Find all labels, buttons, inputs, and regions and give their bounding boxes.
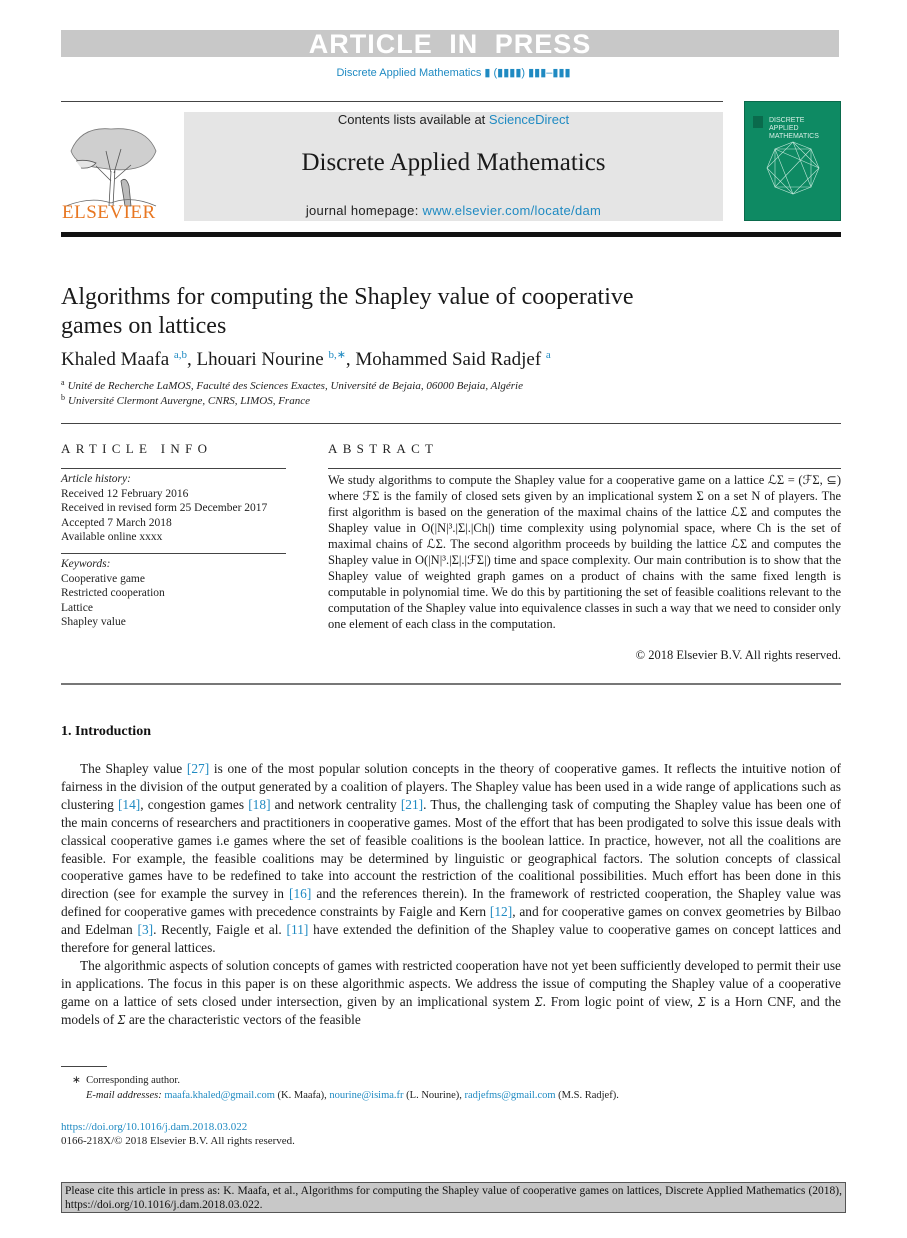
email-owner: (M.S. Radjef). [555, 1090, 619, 1101]
author-list: Khaled Maafa a,b, Lhouari Nourine b,∗, M… [61, 348, 551, 371]
author-separator: , [345, 349, 356, 370]
email-link[interactable]: maafa.khaled@gmail.com [164, 1090, 275, 1101]
journal-cover-thumbnail[interactable]: DISCRETE APPLIED MATHEMATICS [744, 101, 841, 221]
citation-link[interactable]: [27] [187, 761, 209, 776]
body-text-run: . Recently, Faigle et al. [153, 922, 287, 938]
body-paragraph: The algorithmic aspects of solution conc… [61, 957, 841, 1029]
author-affiliation-link[interactable]: b,∗ [328, 349, 345, 361]
history-item: Accepted 7 March 2018 [61, 516, 172, 529]
cover-polygon-graphic-icon [766, 141, 820, 195]
article-title: Algorithms for computing the Shapley val… [61, 283, 741, 341]
cover-elsevier-emblem-icon [753, 116, 763, 128]
affiliation-text: Unité de Recherche LaMOS, Faculté des Sc… [67, 380, 523, 392]
section-rule [61, 683, 841, 685]
section-rule [61, 423, 841, 424]
author-affiliation-link[interactable]: a [546, 349, 551, 361]
history-item: Available online xxxx [61, 531, 163, 543]
abstract-heading: ABSTRACT [328, 441, 439, 456]
corresponding-author-note: ∗ Corresponding author. [72, 1074, 180, 1086]
citation-box: Please cite this article in press as: K.… [61, 1182, 846, 1213]
citation-link[interactable]: [16] [289, 886, 311, 901]
cover-title: DISCRETE APPLIED MATHEMATICS [769, 117, 819, 141]
affiliation-text: Université Clermont Auvergne, CNRS, LIMO… [68, 395, 310, 407]
body-text-run: , congestion games [140, 796, 249, 812]
author-affiliation-link[interactable]: a,b [174, 349, 187, 361]
citation-link[interactable]: [18] [248, 797, 270, 812]
section-heading-introduction: 1. Introduction [61, 724, 151, 739]
sciencedirect-link[interactable]: ScienceDirect [489, 112, 569, 127]
citation-link[interactable]: [3] [137, 922, 153, 937]
article-title-line: games on lattices [61, 313, 227, 339]
journal-name: Discrete Applied Mathematics [301, 149, 606, 176]
keywords-rule [61, 553, 286, 554]
email-link[interactable]: nourine@isima.fr [329, 1090, 403, 1101]
keyword-item: Lattice [61, 601, 93, 614]
issn-copyright: 0166-218X/© 2018 Elsevier B.V. All right… [61, 1135, 295, 1147]
author-name: Mohammed Said Radjef [355, 349, 542, 370]
journal-banner: Contents lists available at ScienceDirec… [184, 112, 723, 221]
affiliation-label: b [61, 393, 65, 402]
abstract-text: We study algorithms to compute the Shapl… [328, 473, 841, 631]
contents-prefix: Contents lists available at [337, 112, 489, 127]
elsevier-wordmark: ELSEVIER [62, 202, 156, 223]
keyword-item: Cooperative game [61, 572, 145, 585]
math-symbol: Σ [117, 1011, 126, 1027]
cover-title-line: DISCRETE [769, 117, 805, 124]
corresponding-text: Corresponding author. [86, 1075, 180, 1086]
body-text: The Shapley value [27] is one of the mos… [61, 760, 841, 1029]
body-text-run: The Shapley value [80, 761, 187, 776]
keyword-item: Shapley value [61, 616, 126, 628]
keywords: Keywords: Cooperative game Restricted co… [61, 557, 286, 630]
author-name: Lhouari Nourine [196, 349, 324, 370]
keywords-label: Keywords: [61, 558, 111, 570]
affiliation: a Unité de Recherche LaMOS, Faculté des S… [61, 378, 523, 392]
email-owner: (L. Nourine), [403, 1090, 465, 1101]
asterisk-mark: ∗ [72, 1075, 81, 1086]
history-item: Received 12 February 2016 [61, 487, 189, 500]
journal-homepage-link[interactable]: www.elsevier.com/locate/dam [423, 203, 602, 218]
homepage-prefix: journal homepage: [305, 203, 423, 218]
body-paragraph: The Shapley value [27] is one of the mos… [61, 760, 841, 957]
email-link[interactable]: radjefms@gmail.com [465, 1090, 556, 1101]
doi-link[interactable]: https://doi.org/10.1016/j.dam.2018.03.02… [61, 1121, 247, 1133]
body-text-run: . From logic point of view, [542, 993, 698, 1009]
contents-line: Contents lists available at ScienceDirec… [184, 112, 723, 127]
history-label: Article history: [61, 473, 131, 485]
article-info-rule [61, 468, 286, 469]
email-owner: (K. Maafa), [274, 1090, 330, 1101]
history-item: Received in revised form 25 December 201… [61, 502, 268, 514]
body-text-run: and network centrality [270, 796, 401, 812]
article-history: Article history: Received 12 February 20… [61, 472, 286, 545]
author-separator: , [187, 349, 197, 370]
affiliation-label: a [61, 378, 65, 387]
math-symbol: Σ [697, 993, 706, 1009]
header-top-rule [61, 101, 723, 102]
citation-link[interactable]: [14] [118, 797, 140, 812]
abstract-rule [328, 468, 841, 469]
article-info: Article history: Received 12 February 20… [61, 472, 286, 553]
article-title-line: Algorithms for computing the Shapley val… [61, 284, 634, 310]
abstract-copyright: © 2018 Elsevier B.V. All rights reserved… [635, 648, 841, 662]
affiliation: b Université Clermont Auvergne, CNRS, LIM… [61, 393, 310, 407]
journal-reference[interactable]: Discrete Applied Mathematics ▮ (▮▮▮▮) ▮▮… [0, 66, 907, 79]
article-info-heading: ARTICLE INFO [61, 441, 213, 456]
math-symbol: Σ [534, 993, 543, 1009]
header-thick-rule [61, 232, 841, 237]
article-in-press-banner: ARTICLE IN PRESS [61, 30, 839, 58]
citation-link[interactable]: [11] [287, 922, 309, 937]
keyword-item: Restricted cooperation [61, 587, 165, 599]
body-text-run: are the characteristic vectors of the fe… [125, 1011, 361, 1027]
email-label: E-mail addresses: [86, 1090, 162, 1101]
homepage-line: journal homepage: www.elsevier.com/locat… [184, 203, 723, 218]
email-addresses: E-mail addresses: maafa.khaled@gmail.com… [86, 1090, 619, 1101]
footnote-rule [61, 1066, 107, 1067]
citation-link[interactable]: [12] [490, 904, 512, 919]
citation-link[interactable]: [21] [401, 797, 423, 812]
author-name: Khaled Maafa [61, 349, 170, 370]
cover-title-line: APPLIED [769, 125, 799, 132]
